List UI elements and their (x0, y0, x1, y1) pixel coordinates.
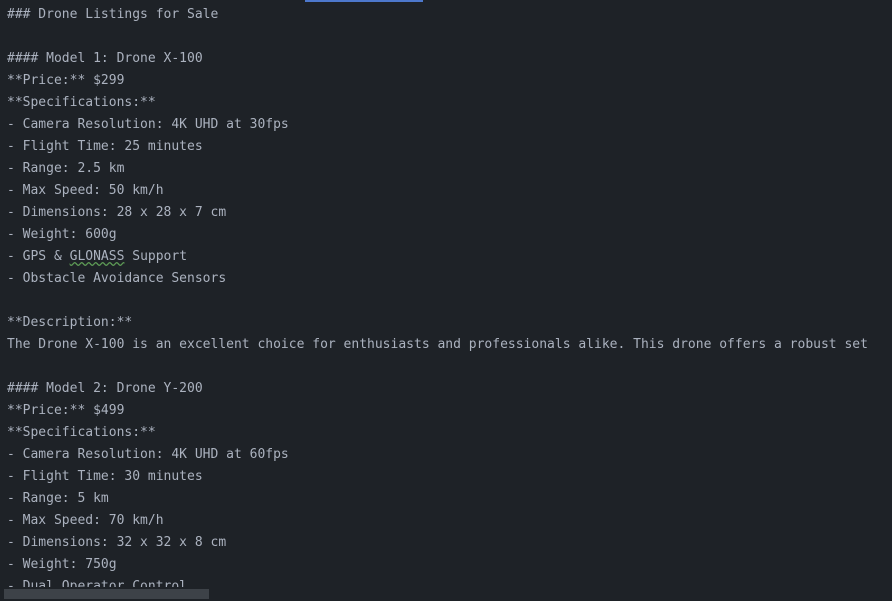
code-line[interactable]: - Dimensions: 28 x 28 x 7 cm (0, 202, 892, 224)
code-line[interactable]: - GPS & GLONASS Support (0, 246, 892, 268)
code-line[interactable]: #### Model 2: Drone Y-200 (0, 378, 892, 400)
code-line[interactable]: - Obstacle Avoidance Sensors (0, 268, 892, 290)
spellcheck-warning[interactable]: GLONASS (70, 249, 125, 264)
code-line[interactable]: - Max Speed: 50 km/h (0, 180, 892, 202)
editor-viewport[interactable]: ### Drone Listings for Sale #### Model 1… (0, 0, 892, 601)
active-tab-indicator (305, 0, 423, 2)
code-line[interactable] (0, 26, 892, 48)
code-line[interactable]: **Price:** $299 (0, 70, 892, 92)
vertical-scrollbar[interactable] (878, 0, 892, 601)
horizontal-scrollbar-thumb[interactable] (4, 589, 209, 599)
code-line[interactable]: - Flight Time: 25 minutes (0, 136, 892, 158)
code-line[interactable]: - Weight: 750g (0, 554, 892, 576)
code-line[interactable] (0, 290, 892, 312)
code-line[interactable]: **Price:** $499 (0, 400, 892, 422)
code-line[interactable]: **Specifications:** (0, 92, 892, 114)
text-fragment: Support (124, 249, 187, 264)
code-line[interactable]: - Max Speed: 70 km/h (0, 510, 892, 532)
code-line[interactable]: #### Model 1: Drone X-100 (0, 48, 892, 70)
code-line[interactable]: - Camera Resolution: 4K UHD at 60fps (0, 444, 892, 466)
code-line[interactable]: ### Drone Listings for Sale (0, 4, 892, 26)
code-line[interactable]: **Specifications:** (0, 422, 892, 444)
text-fragment: - GPS & (7, 249, 70, 264)
code-line[interactable]: **Description:** (0, 312, 892, 334)
code-line[interactable]: - Range: 5 km (0, 488, 892, 510)
code-line[interactable]: - Range: 2.5 km (0, 158, 892, 180)
code-line[interactable]: The Drone X-100 is an excellent choice f… (0, 334, 892, 356)
code-line[interactable] (0, 356, 892, 378)
code-line[interactable]: - Weight: 600g (0, 224, 892, 246)
code-line[interactable]: - Dimensions: 32 x 32 x 8 cm (0, 532, 892, 554)
code-line[interactable]: - Flight Time: 30 minutes (0, 466, 892, 488)
horizontal-scrollbar[interactable] (0, 587, 892, 601)
code-line[interactable]: - Camera Resolution: 4K UHD at 30fps (0, 114, 892, 136)
